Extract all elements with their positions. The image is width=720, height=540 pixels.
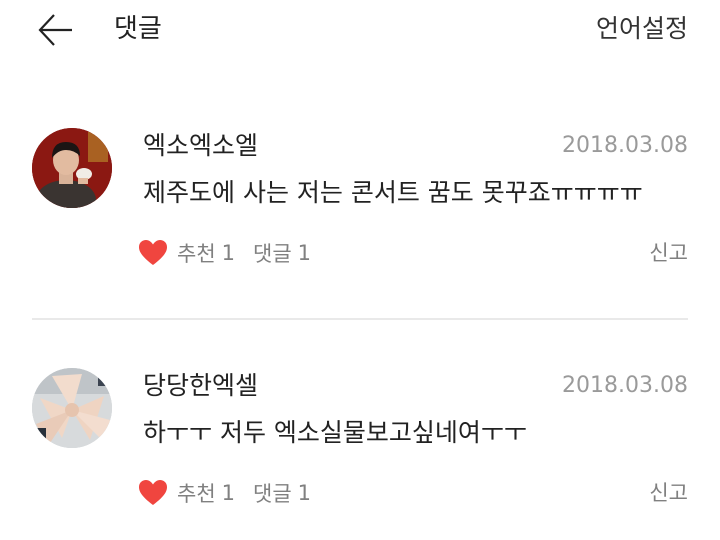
comment-item: 엑소엑소엘 2018.03.08 제주도에 사는 저는 콘서트 꿈도 못꾸죠ㅠㅠ… [0, 120, 720, 290]
comment-date: 2018.03.08 [562, 373, 688, 398]
like-button[interactable]: 추천 1 [138, 238, 235, 268]
avatar[interactable] [32, 128, 112, 208]
like-label: 추천 [177, 242, 216, 266]
comment-date: 2018.03.08 [562, 133, 688, 158]
top-bar: 댓글 언어설정 [0, 0, 720, 60]
comment-username[interactable]: 엑소엑소엘 [143, 130, 258, 162]
report-button[interactable]: 신고 [649, 478, 688, 508]
heart-icon [139, 480, 167, 505]
comment-actions: 추천 1 댓글 1 [138, 478, 311, 508]
like-count: 1 [221, 481, 236, 505]
comment-item: 당당한엑셀 2018.03.08 하ㅜㅜ 저두 엑소실물보고싶네여ㅜㅜ 추천 1… [0, 360, 720, 530]
like-button[interactable]: 추천 1 [138, 478, 235, 508]
user-photo-icon [32, 128, 112, 208]
reply-label: 댓글 [253, 242, 292, 266]
reply-button[interactable]: 댓글 1 [253, 238, 311, 268]
like-count: 1 [221, 241, 236, 265]
arrow-left-icon [38, 14, 72, 46]
language-settings-button[interactable]: 언어설정 [596, 12, 688, 46]
avatar[interactable] [32, 368, 112, 448]
page-title: 댓글 [114, 14, 162, 44]
reply-label: 댓글 [253, 482, 292, 506]
reply-count: 1 [297, 241, 312, 265]
report-button[interactable]: 신고 [649, 238, 688, 268]
comment-username[interactable]: 당당한엑셀 [143, 370, 258, 402]
divider [32, 318, 688, 320]
user-photo-icon [32, 368, 112, 448]
like-label: 추천 [177, 482, 216, 506]
reply-count: 1 [297, 481, 312, 505]
back-button[interactable] [34, 10, 78, 50]
comment-text: 제주도에 사는 저는 콘서트 꿈도 못꾸죠ㅠㅠㅠㅠ [143, 178, 643, 207]
reply-button[interactable]: 댓글 1 [253, 478, 311, 508]
heart-icon [139, 240, 167, 265]
comment-text: 하ㅜㅜ 저두 엑소실물보고싶네여ㅜㅜ [143, 418, 527, 447]
comment-actions: 추천 1 댓글 1 [138, 238, 311, 268]
